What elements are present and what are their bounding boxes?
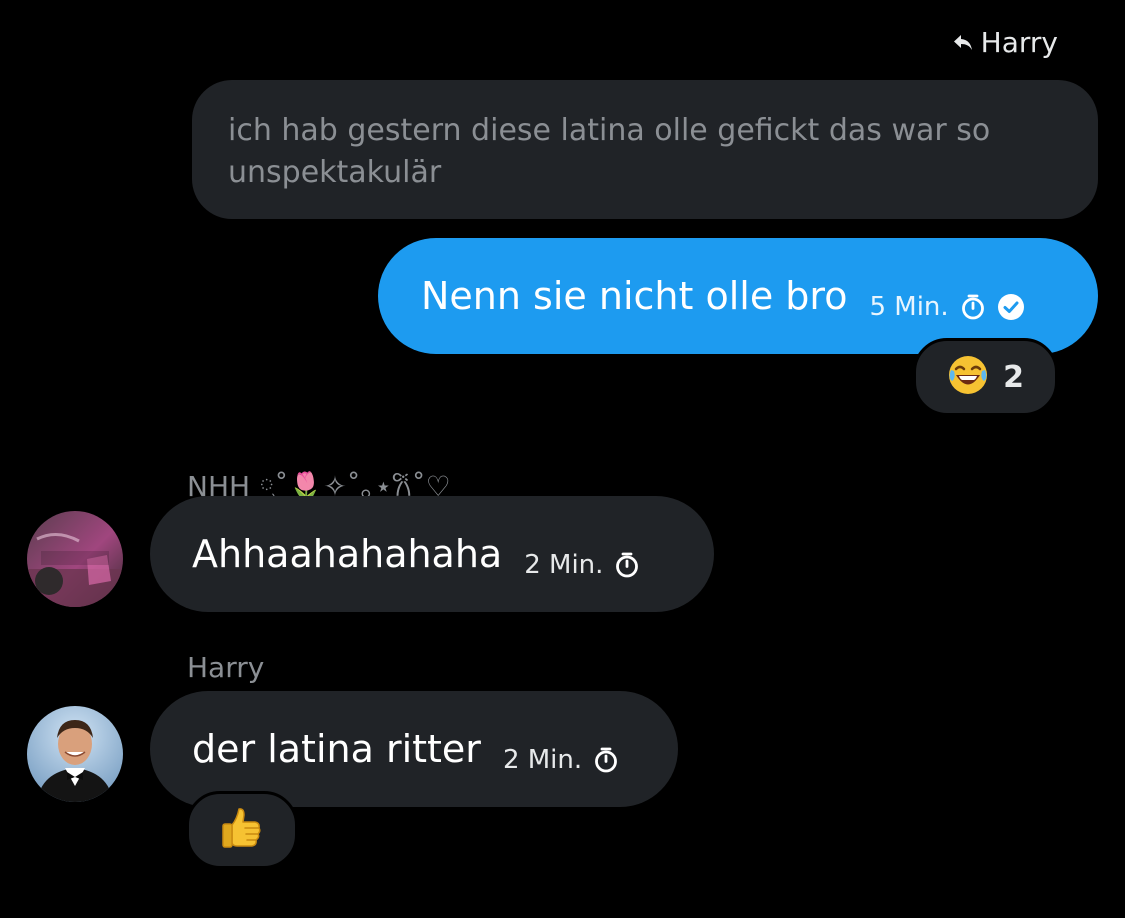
timer-icon <box>959 293 987 321</box>
received-message-text: Ahhaahahahaha <box>192 532 503 576</box>
thumbs-up-reaction[interactable] <box>186 791 298 869</box>
reply-arrow-icon <box>951 30 975 54</box>
received-message-time: 2 Min. <box>502 745 583 775</box>
sent-message-bubble[interactable]: Nenn sie nicht olle bro 5 Min. <box>378 238 1098 354</box>
laugh-reaction[interactable]: 2 <box>913 338 1058 416</box>
thumbs-up-emoji-icon <box>219 805 265 855</box>
read-check-icon <box>997 293 1025 321</box>
received-message-time: 2 Min. <box>524 550 604 580</box>
laughing-emoji-icon <box>947 354 989 400</box>
timer-icon <box>592 746 620 774</box>
received-message-meta: 2 Min. <box>524 550 641 580</box>
received-message-bubble[interactable]: Ahhaahahahaha 2 Min. <box>150 496 714 612</box>
sent-message-meta: 5 Min. <box>869 292 1024 322</box>
avatar[interactable] <box>27 511 123 607</box>
quoted-message[interactable]: ich hab gestern diese latina olle gefick… <box>192 80 1098 219</box>
avatar[interactable] <box>27 706 123 802</box>
received-message-bubble[interactable]: der latina ritter 2 Min. <box>150 691 678 807</box>
received-message-meta: 2 Min. <box>503 745 620 775</box>
sent-message-time: 5 Min. <box>869 292 949 322</box>
sender-name: Harry <box>187 651 265 684</box>
reply-to-name: Harry <box>980 25 1058 59</box>
reply-header[interactable]: Harry <box>951 22 1058 62</box>
timer-icon <box>613 551 641 579</box>
reaction-count: 2 <box>1003 359 1024 395</box>
quoted-message-text: ich hab gestern diese latina olle gefick… <box>228 113 991 190</box>
received-message-text: der latina ritter <box>192 727 481 771</box>
sent-message-text: Nenn sie nicht olle bro <box>421 274 848 318</box>
